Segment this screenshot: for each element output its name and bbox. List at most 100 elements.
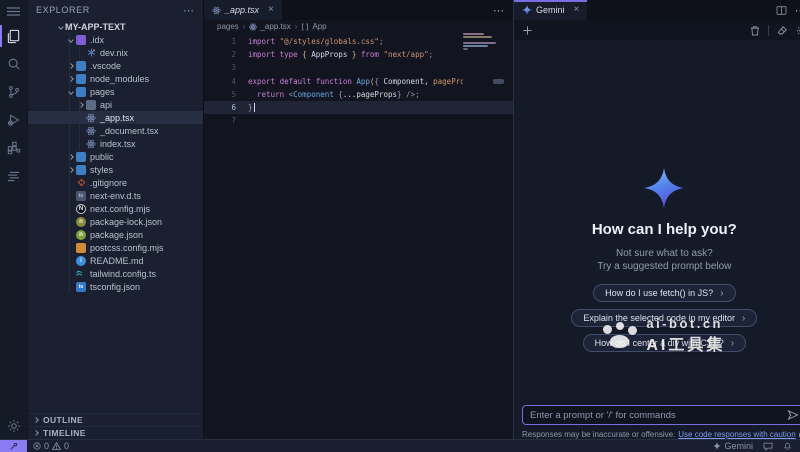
tree-item-label: node_modules xyxy=(90,74,149,84)
folder-gray-icon xyxy=(86,100,96,110)
tree-item-label: next-env.d.ts xyxy=(90,191,141,201)
breadcrumb[interactable]: pages › _app.tsx › App xyxy=(204,20,513,33)
suggested-prompts: How do I use fetch() in JS?› Explain the … xyxy=(571,284,757,352)
sidebar-more-icon[interactable]: ⋯ xyxy=(183,4,195,17)
tree-item--idx[interactable]: .idx xyxy=(28,33,203,46)
vscode-window: EXPLORER ⋯ MY-APP-TEXT.idxdev.nix.vscode… xyxy=(0,0,800,452)
tree-item-next-env-d-ts[interactable]: tsnext-env.d.ts xyxy=(28,189,203,202)
outline-section[interactable]: OUTLINE xyxy=(28,413,203,426)
tree-item-postcss-config-mjs[interactable]: postcss.config.mjs xyxy=(28,241,203,254)
breadcrumb-file[interactable]: _app.tsx xyxy=(249,22,290,31)
tree-item-styles[interactable]: styles xyxy=(28,163,203,176)
settings-gear-icon[interactable] xyxy=(0,413,27,439)
eraser-icon[interactable] xyxy=(777,25,788,36)
folder-blue-icon xyxy=(76,61,86,71)
explorer-icon[interactable] xyxy=(0,22,27,50)
prompt-input[interactable] xyxy=(530,410,787,421)
chevron-right-icon xyxy=(68,167,74,173)
scrollbar-thumb[interactable] xyxy=(493,79,504,84)
send-icon[interactable] xyxy=(787,409,799,421)
tree-item-package-json[interactable]: npackage.json xyxy=(28,228,203,241)
tree-item-node-modules[interactable]: node_modules xyxy=(28,72,203,85)
chevron-down-icon xyxy=(58,24,64,30)
chevron-right-icon xyxy=(68,63,74,69)
tree-item-tailwind-config-ts[interactable]: tailwind.config.ts xyxy=(28,267,203,280)
suggested-prompt-3[interactable]: How do I center a div with CSS?› xyxy=(583,334,746,352)
menu-icon[interactable] xyxy=(0,0,27,22)
close-icon[interactable]: × xyxy=(268,5,274,15)
npm-lock-icon: n xyxy=(76,217,86,227)
editor-more-icon[interactable]: ⋯ xyxy=(493,4,505,17)
react-icon xyxy=(212,6,221,15)
tree-item-next-config-mjs[interactable]: Nnext.config.mjs xyxy=(28,202,203,215)
gemini-subtitle-2: Try a suggested prompt below xyxy=(597,260,731,273)
tab-gemini[interactable]: Gemini × xyxy=(514,0,587,20)
tree-item-dev-nix[interactable]: dev.nix xyxy=(28,46,203,59)
panel-more-icon[interactable]: ⋯ xyxy=(795,4,800,17)
chevron-down-icon xyxy=(68,89,74,95)
suggested-prompt-2[interactable]: Explain the selected code in my editor› xyxy=(571,309,757,327)
disclaimer-link[interactable]: Use code responses with caution xyxy=(678,430,795,439)
feedback-icon[interactable] xyxy=(763,442,773,451)
timeline-section[interactable]: TIMELINE xyxy=(28,426,203,439)
react-icon xyxy=(86,126,96,136)
tab-app-tsx[interactable]: _app.tsx × xyxy=(204,0,282,20)
stack-icon[interactable] xyxy=(0,162,27,190)
tree-item-api[interactable]: api xyxy=(28,98,203,111)
tree-item--vscode[interactable]: .vscode xyxy=(28,59,203,72)
tree-item-my-app-text[interactable]: MY-APP-TEXT xyxy=(28,20,203,33)
add-icon[interactable] xyxy=(522,25,533,36)
search-icon[interactable] xyxy=(0,50,27,78)
line-number: 7 xyxy=(204,116,236,125)
tree-item--app-tsx[interactable]: _app.tsx xyxy=(28,111,203,124)
npm-icon: n xyxy=(76,230,86,240)
symbol-app-icon xyxy=(301,23,309,31)
code-line-6[interactable]: 6} xyxy=(204,101,513,114)
folder-blue-icon xyxy=(76,87,86,97)
tree-item-pages[interactable]: pages xyxy=(28,85,203,98)
gemini-subtitle-1: Not sure what to ask? xyxy=(597,247,731,260)
idx-icon xyxy=(76,35,86,45)
suggested-prompt-1[interactable]: How do I use fetch() in JS?› xyxy=(593,284,735,302)
tree-item-index-tsx[interactable]: index.tsx xyxy=(28,137,203,150)
tree-item--gitignore[interactable]: .gitignore xyxy=(28,176,203,189)
problems-warnings[interactable]: 0 xyxy=(52,441,69,451)
tab-label: Gemini xyxy=(536,5,565,15)
trash-icon[interactable] xyxy=(750,25,760,36)
tab-label: _app.tsx xyxy=(225,5,259,15)
tree-item-tsconfig-json[interactable]: tstsconfig.json xyxy=(28,280,203,293)
code-editor[interactable]: 1import "@/styles/globals.css";2import t… xyxy=(204,33,513,439)
gemini-panel: Gemini × ⋯ How c xyxy=(513,0,800,439)
code-line-3[interactable]: 3 xyxy=(204,61,513,74)
source-control-icon[interactable] xyxy=(0,78,27,106)
settings-gear-icon[interactable] xyxy=(796,25,800,36)
chevron-right-icon: › xyxy=(720,288,723,299)
run-debug-icon[interactable] xyxy=(0,106,27,134)
code-line-4[interactable]: 4export default function App({ Component… xyxy=(204,75,513,88)
problems-errors[interactable]: 0 xyxy=(33,441,49,451)
breadcrumb-symbol[interactable]: App xyxy=(301,22,326,31)
close-icon[interactable]: × xyxy=(574,5,580,15)
tree-item-readme-md[interactable]: iREADME.md xyxy=(28,254,203,267)
tree-item-label: .gitignore xyxy=(90,178,127,188)
tree-item-label: MY-APP-TEXT xyxy=(65,22,126,32)
code-line-7[interactable]: 7 xyxy=(204,114,513,127)
remote-indicator[interactable] xyxy=(0,440,27,452)
breadcrumb-pages[interactable]: pages xyxy=(217,22,239,31)
minimap[interactable] xyxy=(463,33,499,51)
code-line-5[interactable]: 5 return <Component {...pageProps} />; xyxy=(204,88,513,101)
bell-icon[interactable] xyxy=(783,441,792,451)
remote-icon xyxy=(9,442,18,451)
prompt-input-container xyxy=(522,405,800,425)
tree-item--document-tsx[interactable]: _document.tsx xyxy=(28,124,203,137)
tree-item-package-lock-json[interactable]: npackage-lock.json xyxy=(28,215,203,228)
split-editor-icon[interactable] xyxy=(776,5,787,16)
folder-blue-icon xyxy=(76,152,86,162)
postcss-icon xyxy=(76,243,86,253)
tree-item-public[interactable]: public xyxy=(28,150,203,163)
gemini-status-item[interactable]: Gemini xyxy=(713,441,753,451)
folder-blue-icon xyxy=(76,165,86,175)
chevron-right-icon: › xyxy=(742,313,745,324)
extensions-icon[interactable] xyxy=(0,134,27,162)
explorer-sidebar: EXPLORER ⋯ MY-APP-TEXT.idxdev.nix.vscode… xyxy=(27,0,203,439)
